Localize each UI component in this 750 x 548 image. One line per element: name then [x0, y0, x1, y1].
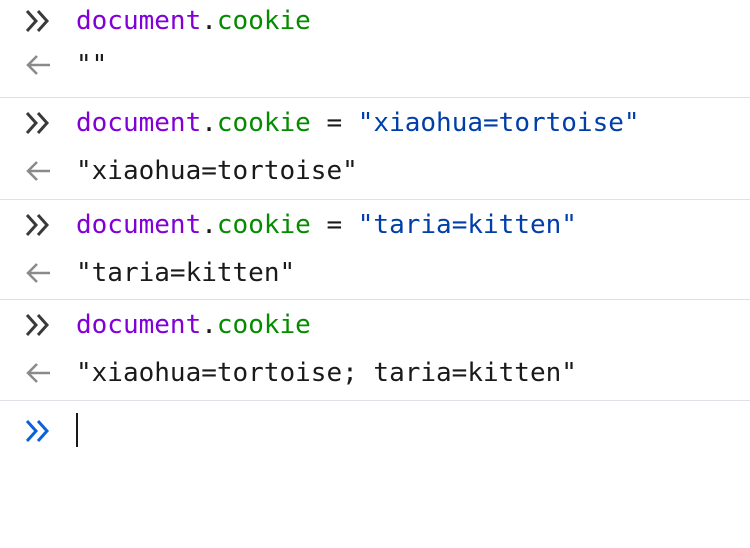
code-object: document: [76, 210, 202, 240]
code-property: cookie: [216, 310, 311, 340]
code-string: "xiaohua=tortoise": [357, 108, 640, 138]
code-operator: =: [310, 108, 358, 138]
console-entry: document.cookie = "taria=kitten" "taria=…: [0, 200, 750, 300]
code-dot: .: [201, 6, 217, 36]
console-entry: document.cookie = "xiaohua=tortoise" "xi…: [0, 98, 750, 200]
double-chevron-right-icon: [24, 300, 56, 350]
console-entry: document.cookie "xiaohua=tortoise; taria…: [0, 300, 750, 401]
console-output-row: "taria=kitten": [0, 248, 750, 298]
console-prompt: [0, 401, 750, 461]
double-chevron-right-icon: [24, 417, 56, 449]
code-string: "taria=kitten": [357, 210, 577, 240]
left-arrow-icon: [24, 348, 56, 398]
code-object: document: [76, 6, 202, 36]
console-output-row: "xiaohua=tortoise; taria=kitten": [0, 348, 750, 398]
code-property: cookie: [216, 210, 311, 240]
console-output-row: "xiaohua=tortoise": [0, 146, 750, 196]
code-dot: .: [201, 108, 217, 138]
code-dot: .: [201, 310, 217, 340]
console-input-row[interactable]: document.cookie: [0, 300, 750, 350]
code-dot: .: [201, 210, 217, 240]
console-input-row[interactable]: document.cookie = "taria=kitten": [0, 200, 750, 250]
double-chevron-right-icon: [24, 98, 56, 148]
output-value: "": [76, 50, 108, 80]
input-code: document.cookie: [76, 300, 311, 350]
console-output-row: "": [0, 40, 750, 90]
double-chevron-right-icon: [24, 200, 56, 250]
console-panel: document.cookie "" document.cookie = "xi…: [0, 0, 750, 462]
output-value: "xiaohua=tortoise": [76, 156, 358, 186]
left-arrow-icon: [24, 146, 56, 196]
input-code: document.cookie = "xiaohua=tortoise": [76, 98, 640, 148]
text-caret: [76, 413, 78, 447]
code-property: cookie: [216, 108, 311, 138]
left-arrow-icon: [24, 40, 56, 90]
left-arrow-icon: [24, 248, 56, 298]
code-operator: =: [310, 210, 358, 240]
console-entry: document.cookie "": [0, 0, 750, 98]
output-value: "xiaohua=tortoise; taria=kitten": [76, 358, 577, 388]
input-code: document.cookie = "taria=kitten": [76, 200, 577, 250]
console-input-field[interactable]: [60, 407, 740, 455]
console-input-row[interactable]: document.cookie = "xiaohua=tortoise": [0, 98, 750, 148]
code-object: document: [76, 310, 202, 340]
code-property: cookie: [216, 6, 311, 36]
output-value: "taria=kitten": [76, 258, 296, 288]
code-object: document: [76, 108, 202, 138]
